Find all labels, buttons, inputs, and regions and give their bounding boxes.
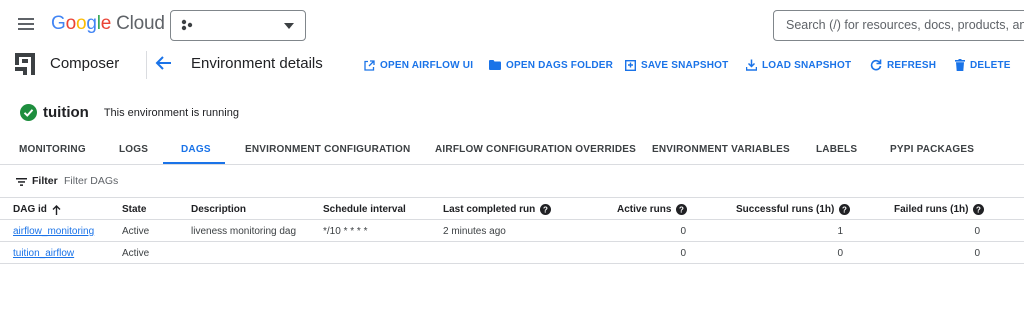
refresh-icon [870,59,882,71]
dag-state: Active [122,226,150,237]
sub-header: Composer Environment details OPEN AIRFLO… [0,45,1024,83]
top-bar: Google Cloud Search (/) for resources, do… [0,0,1024,50]
help-icon[interactable]: ? [540,204,552,215]
product-name: Composer [50,55,120,72]
check-circle-icon [20,104,37,121]
sort-ascending-icon [52,204,61,215]
search-input[interactable]: Search (/) for resources, docs, products… [773,10,1024,41]
svg-text:?: ? [977,206,982,215]
dag-active-runs: 0 [680,226,686,237]
tab-bar: MONITORING LOGS DAGS ENVIRONMENT CONFIGU… [0,135,1024,165]
column-header-successful-runs: Successful runs (1h) ? [736,204,851,215]
table-row: tuition_airflow Active 0 0 0 [0,242,1024,264]
column-header-description: Description [191,204,247,215]
back-arrow-icon[interactable] [155,55,175,73]
tab-dags[interactable]: DAGS [181,144,211,155]
filter-label[interactable]: Filter [32,175,58,187]
environment-header: tuition This environment is running [20,104,239,121]
save-icon [625,59,636,71]
column-header-dag-id[interactable]: DAG id [13,204,61,215]
tab-logs[interactable]: LOGS [119,144,148,155]
external-link-icon [364,59,375,71]
column-header-state: State [122,204,147,215]
svg-text:?: ? [842,206,847,215]
dag-successful-runs: 0 [837,248,843,259]
column-header-active-runs: Active runs ? [617,204,688,215]
dag-active-runs: 0 [680,248,686,259]
dag-schedule: */10 * * * * [323,226,368,237]
filter-bar: Filter Filter DAGs [0,170,1024,193]
google-cloud-logo[interactable]: Google Cloud [51,13,165,35]
help-icon[interactable]: ? [676,204,688,215]
dag-last-run: 2 minutes ago [443,226,506,237]
dag-id-link[interactable]: tuition_airflow [13,248,74,259]
dag-failed-runs: 0 [974,248,980,259]
dag-description: liveness monitoring dag [191,226,297,237]
tab-airflow-configuration-overrides[interactable]: AIRFLOW CONFIGURATION OVERRIDES [435,144,636,155]
dag-state: Active [122,248,150,259]
tab-environment-configuration[interactable]: ENVIRONMENT CONFIGURATION [245,144,410,155]
table-header-row: DAG id State Description Schedule interv… [0,197,1024,220]
chevron-down-icon [284,23,294,29]
save-snapshot-button[interactable]: SAVE SNAPSHOT [625,57,728,73]
page-title: Environment details [191,55,323,72]
table-row: airflow_monitoring Active liveness monit… [0,220,1024,242]
tab-monitoring[interactable]: MONITORING [19,144,86,155]
composer-icon [15,53,35,75]
folder-icon [489,60,501,70]
filter-input[interactable]: Filter DAGs [64,175,118,187]
dag-failed-runs: 0 [974,226,980,237]
help-icon[interactable]: ? [973,204,985,215]
project-picker[interactable] [170,10,306,41]
dag-id-link[interactable]: airflow_monitoring [13,226,94,237]
filter-icon[interactable] [16,178,27,186]
main-menu-icon[interactable] [18,17,34,31]
svg-text:?: ? [680,206,685,215]
tab-labels[interactable]: LABELS [816,144,857,155]
divider [146,51,147,79]
svg-text:?: ? [543,206,548,215]
open-airflow-ui-button[interactable]: OPEN AIRFLOW UI [364,57,473,73]
environment-name: tuition [43,104,89,121]
trash-icon [955,59,965,71]
load-snapshot-button[interactable]: LOAD SNAPSHOT [746,57,851,73]
help-icon[interactable]: ? [839,204,851,215]
column-header-schedule-interval: Schedule interval [323,204,406,215]
active-tab-indicator [163,162,225,164]
tab-pypi-packages[interactable]: PYPI PACKAGES [890,144,974,155]
delete-button[interactable]: DELETE [955,57,1011,73]
column-header-failed-runs: Failed runs (1h) ? [894,204,985,215]
dag-successful-runs: 1 [837,226,843,237]
download-icon [746,59,757,71]
tab-environment-variables[interactable]: ENVIRONMENT VARIABLES [652,144,790,155]
project-icon [181,19,193,31]
refresh-button[interactable]: REFRESH [870,57,936,73]
open-dags-folder-button[interactable]: OPEN DAGS FOLDER [489,57,613,73]
column-header-last-completed-run: Last completed run ? [443,204,552,215]
environment-status: This environment is running [103,106,239,119]
